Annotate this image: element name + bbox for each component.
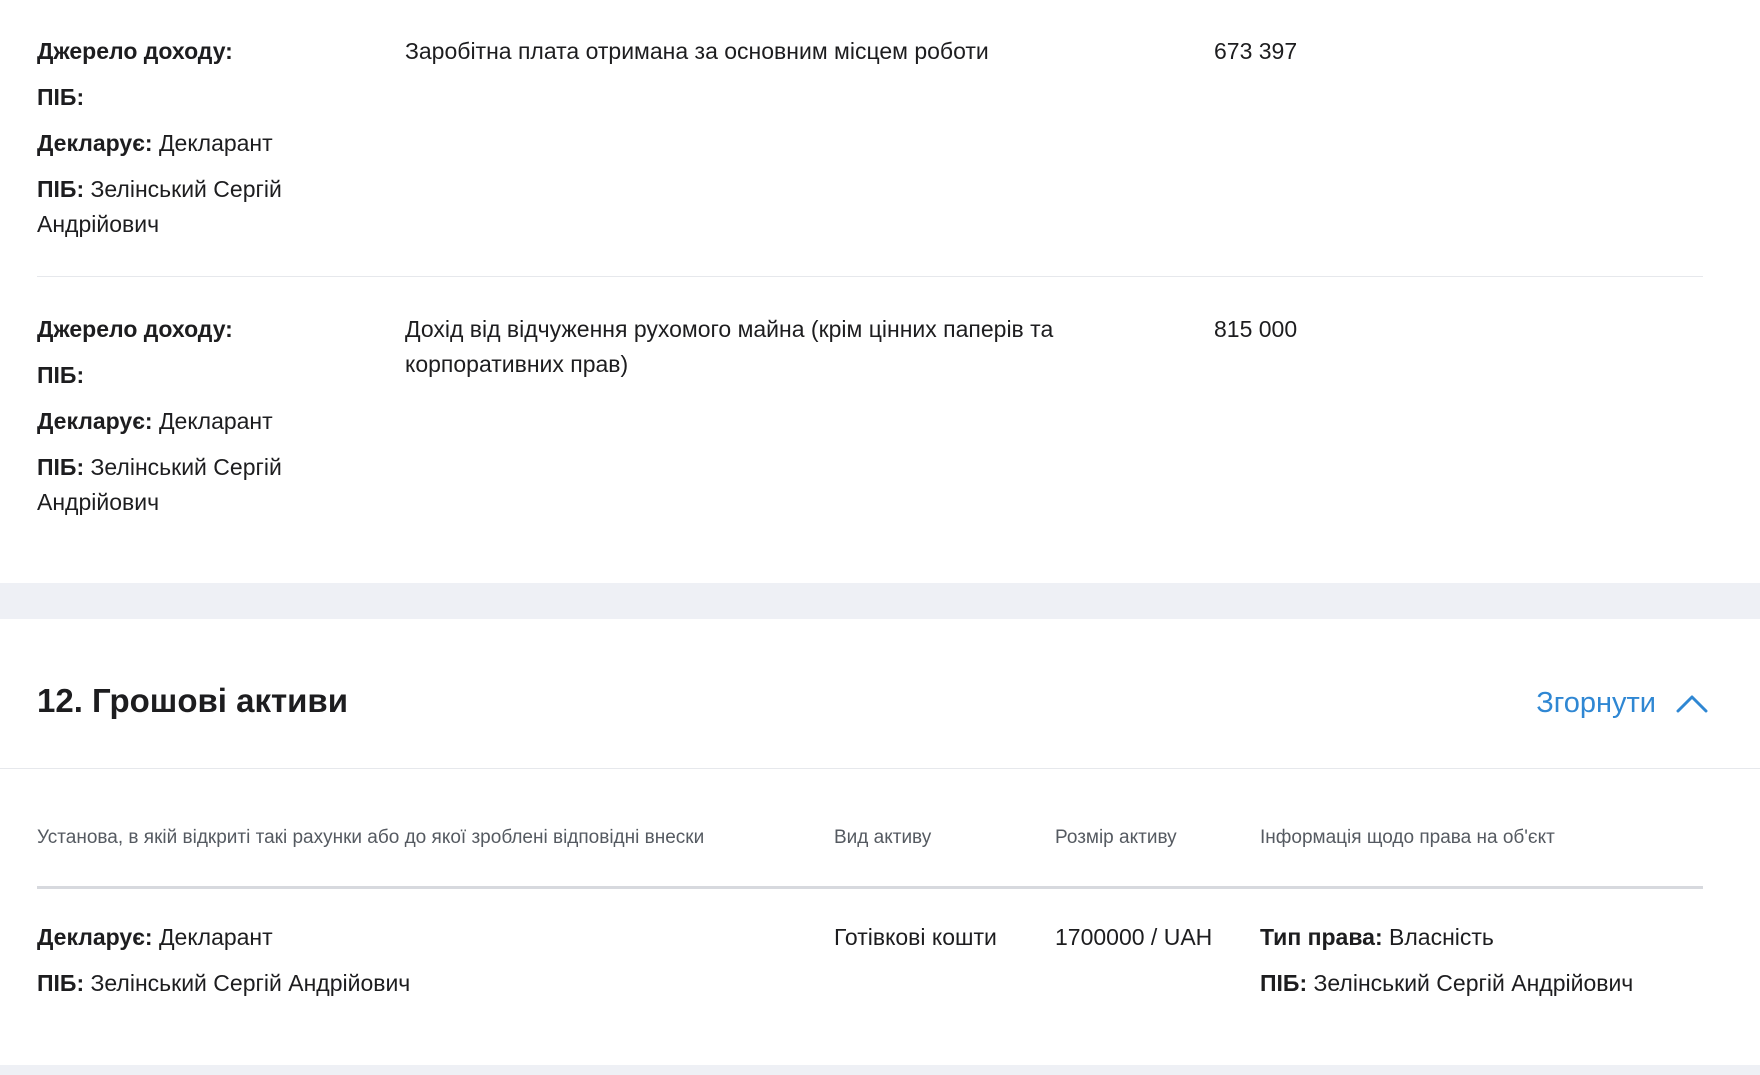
income-row: Джерело доходу: ПІБ: Декларує: Декларант… <box>37 312 1703 562</box>
income-source-info: Джерело доходу: ПІБ: Декларує: Декларант… <box>37 312 367 531</box>
table-header: Установа, в якій відкриті такі рахунки а… <box>37 810 1703 889</box>
declares-value: Декларант <box>158 408 273 434</box>
asset-size-cell: 1700000 / UAH <box>1055 924 1213 950</box>
table-row: Декларує: Декларант ПІБ: Зелінський Серг… <box>37 920 1703 1030</box>
column-header-institution: Установа, в якій відкриті такі рахунки а… <box>37 827 705 848</box>
income-source-info: Джерело доходу: ПІБ: Декларує: Декларант… <box>37 34 367 253</box>
section-separator <box>0 1065 1760 1075</box>
section-header: 12. Грошові активи Згорнути <box>0 619 1760 769</box>
row-divider <box>37 276 1703 277</box>
asset-type-cell: Готівкові кошти <box>834 924 997 950</box>
income-source-label: Джерело доходу: <box>37 316 233 342</box>
declares-value: Декларант <box>158 130 273 156</box>
right-type-label: Тип права: <box>1260 924 1383 950</box>
pib-label: ПІБ: <box>37 454 85 480</box>
income-amount: 673 397 <box>1214 38 1298 64</box>
column-header-asset-type: Вид активу <box>834 827 932 848</box>
pib-label: ПІБ: <box>37 362 85 388</box>
declares-label: Декларує: <box>37 408 153 434</box>
income-section: Джерело доходу: ПІБ: Декларує: Декларант… <box>0 0 1760 583</box>
income-type: Дохід від відчуження рухомого майна (крі… <box>405 316 1054 377</box>
pib-label: ПІБ: <box>37 84 85 110</box>
declares-value: Декларант <box>158 924 273 950</box>
right-type-value: Власність <box>1389 924 1494 950</box>
income-type: Заробітна плата отримана за основним міс… <box>405 38 989 64</box>
collapse-label: Згорнути <box>1536 687 1656 719</box>
rights-info-cell: Тип права: Власність ПІБ: Зелінський Сер… <box>1260 920 1633 1012</box>
owner-pib-label: ПІБ: <box>1260 970 1308 996</box>
income-amount: 815 000 <box>1214 316 1298 342</box>
column-header-asset-size: Розмір активу <box>1055 827 1177 848</box>
income-source-label: Джерело доходу: <box>37 38 233 64</box>
declares-label: Декларує: <box>37 924 153 950</box>
institution-cell: Декларує: Декларант ПІБ: Зелінський Серг… <box>37 920 410 1012</box>
pib-value: Зелінський Сергій Андрійович <box>90 970 411 996</box>
collapse-button[interactable]: Згорнути <box>1536 685 1708 721</box>
declares-label: Декларує: <box>37 130 153 156</box>
chevron-up-icon <box>1676 695 1708 713</box>
owner-pib-value: Зелінський Сергій Андрійович <box>1313 970 1634 996</box>
column-header-rights-info: Інформація щодо права на об'єкт <box>1260 827 1555 848</box>
section-title: 12. Грошові активи <box>37 682 348 719</box>
income-row: Джерело доходу: ПІБ: Декларує: Декларант… <box>37 34 1703 276</box>
section-separator <box>0 583 1760 619</box>
pib-label: ПІБ: <box>37 176 85 202</box>
pib-label: ПІБ: <box>37 970 85 996</box>
